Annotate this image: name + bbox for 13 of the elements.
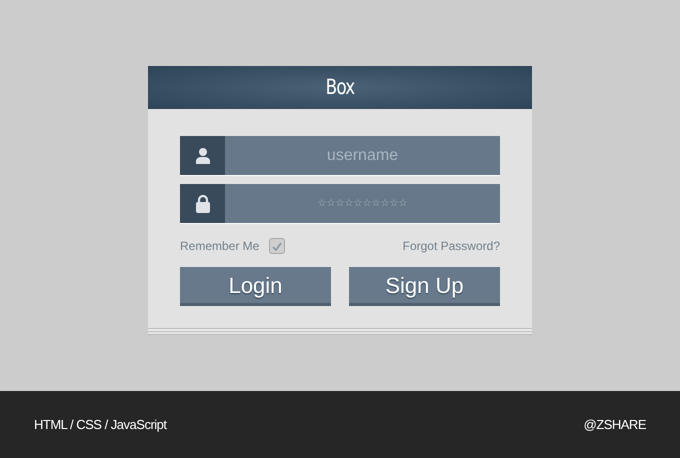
forgot-password-link[interactable]: Forgot Password? [402, 237, 500, 255]
remember-checkbox[interactable] [269, 238, 286, 254]
user-icon [194, 147, 210, 164]
tech-label: HTML / CSS / JavaScript [34, 416, 166, 434]
author-label: @ZSHARE [584, 416, 646, 434]
remember-label: Remember Me [180, 238, 260, 255]
login-button[interactable]: Login [180, 267, 331, 306]
check-icon [272, 242, 282, 250]
lock-icon [194, 194, 210, 213]
password-field[interactable]: ☆☆☆☆☆☆☆☆☆☆ [225, 184, 500, 223]
username-field[interactable]: username [225, 136, 500, 175]
signup-button[interactable]: Sign Up [349, 267, 500, 306]
box-title: Box [326, 74, 354, 101]
